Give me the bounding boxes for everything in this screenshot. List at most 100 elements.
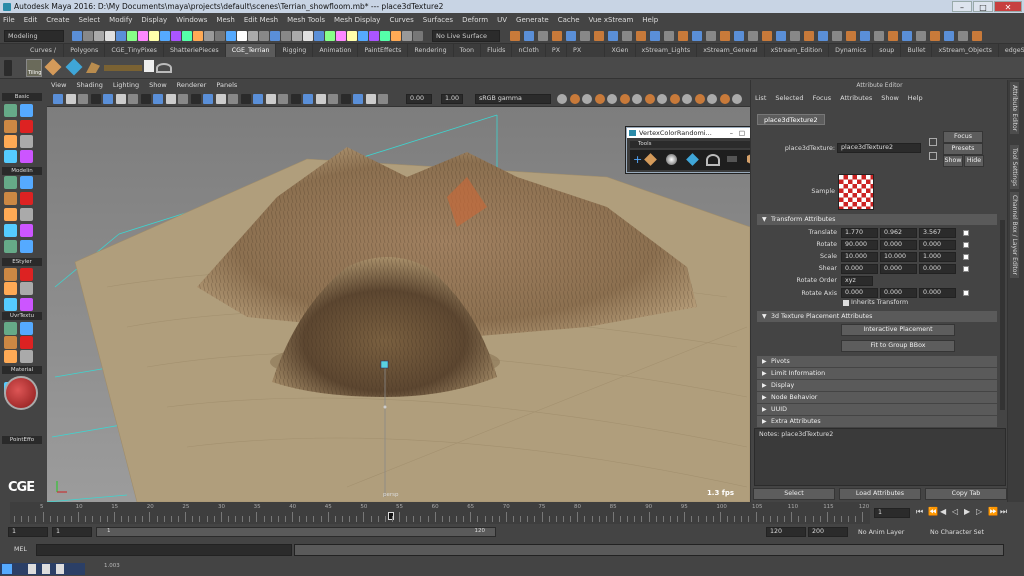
shelf-tab-cge-terrian[interactable]: CGE_Terrian	[225, 44, 277, 57]
ae-node-tab[interactable]: place3dTexture2	[757, 114, 825, 125]
menu-select[interactable]: Select	[79, 16, 101, 24]
render-tool-icon[interactable]	[860, 31, 870, 41]
timeline-ticks[interactable]: 5 10 15 20 25 30 35 40 45 50 55 60 65 70 75 80 85 90 95 100…	[10, 502, 870, 524]
shelf-tab-xgen[interactable]: XGen	[605, 44, 636, 57]
viewport-tool-icon[interactable]	[265, 94, 276, 104]
render-tool-icon[interactable]	[972, 31, 982, 41]
diamond-icon[interactable]	[686, 153, 699, 166]
task-button[interactable]	[56, 564, 64, 574]
translate-z-field[interactable]: 3.567	[919, 228, 956, 238]
render-tool-icon[interactable]	[650, 31, 660, 41]
rotate-axis-y-field[interactable]: 0.000	[880, 288, 917, 298]
toolbox-tool-icon[interactable]	[20, 176, 33, 189]
viewport-tool-icon[interactable]	[90, 94, 101, 104]
status-tool-icon[interactable]	[204, 31, 214, 41]
inherits-checkbox[interactable]	[843, 300, 849, 306]
placement-section[interactable]: ▼ 3d Texture Placement Attributes	[757, 311, 997, 322]
shelf-tab-fluids[interactable]: Fluids	[481, 44, 513, 57]
interactive-placement-button[interactable]: Interactive Placement	[841, 324, 955, 336]
status-tool-icon[interactable]	[105, 31, 115, 41]
playback-button-icon[interactable]: ▶	[964, 507, 970, 516]
menuset-dropdown[interactable]: Modeling	[4, 30, 64, 42]
render-tool-icon[interactable]	[538, 31, 548, 41]
menu-windows[interactable]: Windows	[176, 16, 207, 24]
viewport-tool-icon[interactable]	[303, 94, 313, 104]
left-section-material[interactable]: Material	[2, 366, 42, 374]
status-tool-icon[interactable]	[358, 31, 368, 41]
render-tool-icon[interactable]	[734, 31, 744, 41]
ae-menu-show[interactable]: Show	[881, 94, 899, 102]
hide-button[interactable]: Hide	[964, 155, 984, 167]
shading-mode-icon[interactable]	[607, 94, 617, 104]
viewport-tool-icon[interactable]	[328, 94, 338, 104]
status-tool-icon[interactable]	[413, 31, 423, 41]
keyable-icon[interactable]	[963, 242, 969, 248]
material-sphere-icon[interactable]	[4, 376, 38, 410]
menu-curves[interactable]: Curves	[389, 16, 413, 24]
keyable-icon[interactable]	[963, 254, 969, 260]
menu-edit[interactable]: Edit	[24, 16, 38, 24]
viewport-tool-icon[interactable]	[78, 94, 88, 104]
focus-icon[interactable]	[929, 138, 937, 146]
shading-mode-icon[interactable]	[682, 94, 692, 104]
viewport-tool-icon[interactable]	[115, 94, 126, 104]
toolbox-tool-icon[interactable]	[4, 268, 17, 281]
maya-task-icon[interactable]	[2, 564, 12, 574]
status-tool-icon[interactable]	[149, 31, 159, 41]
gamma-field[interactable]: 1.00	[441, 94, 463, 104]
shading-mode-icon[interactable]	[594, 94, 605, 104]
toolbox-tool-icon[interactable]	[20, 350, 33, 363]
render-tool-icon[interactable]	[902, 31, 912, 41]
toolbox-tool-icon[interactable]	[20, 150, 33, 163]
viewport-tool-icon[interactable]	[353, 94, 363, 104]
viewport-menu-panels[interactable]: Panels	[216, 80, 237, 91]
shear-y-field[interactable]: 0.000	[880, 264, 917, 274]
playback-button-icon[interactable]: ◀	[940, 507, 946, 516]
scale-x-field[interactable]: 10.000	[841, 252, 878, 262]
shelf-tab-xstream-edition[interactable]: xStream_Edition	[765, 44, 830, 57]
shading-mode-icon[interactable]	[719, 94, 730, 104]
close-button[interactable]: ✕	[994, 1, 1022, 12]
section-node-behavior[interactable]: ▶ Node Behavior	[757, 392, 997, 403]
shelf-tab-toon[interactable]: Toon	[454, 44, 482, 57]
status-tool-icon[interactable]	[325, 31, 335, 41]
shading-mode-icon[interactable]	[694, 94, 705, 104]
viewport-tool-icon[interactable]	[153, 94, 163, 104]
status-tool-icon[interactable]	[391, 31, 401, 41]
translate-y-field[interactable]: 0.962	[880, 228, 917, 238]
ae-menu-attributes[interactable]: Attributes	[840, 94, 872, 102]
viewport-tool-icon[interactable]	[253, 94, 263, 104]
status-tool-icon[interactable]	[138, 31, 148, 41]
render-tool-icon[interactable]	[594, 31, 604, 41]
render-tool-icon[interactable]	[930, 31, 940, 41]
render-tool-icon[interactable]	[944, 31, 954, 41]
rotate-axis-x-field[interactable]: 0.000	[841, 288, 878, 298]
playback-button-icon[interactable]: ⏪	[928, 507, 938, 516]
menu-cache[interactable]: Cache	[558, 16, 580, 24]
ae-scrollbar[interactable]	[1000, 220, 1005, 410]
toolbox-tool-icon[interactable]	[4, 120, 17, 133]
presets-icon[interactable]	[929, 152, 937, 160]
curve-tool-icon[interactable]	[156, 63, 172, 73]
menu-uv[interactable]: UV	[497, 16, 507, 24]
mel-label[interactable]: MEL	[14, 546, 27, 553]
viewport-tool-icon[interactable]	[340, 94, 351, 104]
render-tool-icon[interactable]	[748, 31, 758, 41]
anim-layer-dropdown[interactable]: No Anim Layer	[858, 529, 904, 536]
viewport-tool-icon[interactable]	[203, 94, 213, 104]
shading-mode-icon[interactable]	[707, 94, 717, 104]
render-tool-icon[interactable]	[678, 31, 688, 41]
toolbox-tool-icon[interactable]	[20, 322, 33, 335]
toolbox-tool-icon[interactable]	[4, 150, 17, 163]
exposure-field[interactable]: 0.00	[406, 94, 432, 104]
status-tool-icon[interactable]	[237, 31, 247, 41]
show-button[interactable]: Show	[943, 155, 963, 167]
scale-z-field[interactable]: 1.000	[919, 252, 956, 262]
viewport-tool-icon[interactable]	[378, 94, 388, 104]
maximize-button[interactable]: □	[973, 1, 993, 12]
render-tool-icon[interactable]	[622, 31, 632, 41]
shelf-tab-px[interactable]: PX	[546, 44, 568, 57]
vcr-titlebar[interactable]: VertexColorRandomi... – □ ✕	[627, 128, 763, 138]
menu-surfaces[interactable]: Surfaces	[423, 16, 453, 24]
sphere-icon[interactable]	[666, 154, 677, 165]
